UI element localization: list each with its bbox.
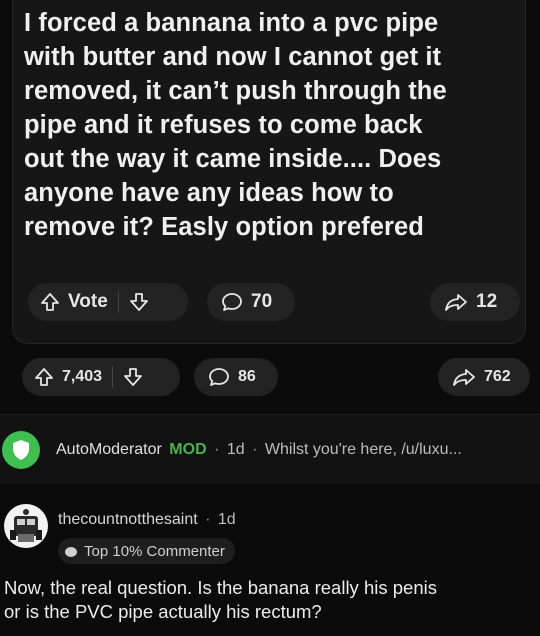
upvote-icon[interactable] (40, 292, 60, 312)
automod-preview: Whilst you're here, /u/luxu... (264, 441, 462, 458)
outer-downvote-icon[interactable] (123, 367, 143, 387)
comment-meta: thecountnotthesaint · 1d (58, 511, 236, 529)
share-button[interactable]: 12 (430, 283, 520, 321)
outer-share-icon (452, 367, 476, 387)
comment-icon (221, 292, 243, 312)
commenter-username[interactable]: thecountnotthesaint (58, 511, 198, 528)
outer-vote-pill: 7,403 (22, 358, 180, 396)
flair-badge: Top 10% Commenter (58, 538, 235, 564)
outer-share-button[interactable]: 762 (438, 358, 530, 396)
shield-icon (13, 440, 29, 460)
outer-comment-icon (208, 367, 230, 387)
vote-pill: Vote (28, 283, 188, 321)
flair-text: Top 10% Commenter (84, 542, 225, 560)
mod-badge: MOD (169, 441, 207, 458)
outer-vote-separator (112, 366, 114, 388)
post-body-text: I forced a bannana into a pvc pipe with … (24, 9, 447, 241)
share-icon (444, 292, 468, 312)
share-count: 12 (476, 291, 498, 312)
comments-button[interactable]: 70 (207, 283, 295, 321)
automod-avatar[interactable] (2, 431, 40, 469)
vote-label: Vote (68, 291, 108, 312)
comment-count: 70 (251, 291, 273, 312)
comment-body: Now, the real question. Is the banana re… (4, 577, 437, 622)
automod-username[interactable]: AutoModerator (56, 441, 162, 458)
outer-upvote-icon[interactable] (34, 367, 54, 387)
automod-line: AutoModerator MOD · 1d · Whilst you're h… (56, 441, 536, 459)
top-commenter-icon (65, 547, 77, 557)
downvote-icon[interactable] (129, 292, 149, 312)
outer-comment-count: 86 (238, 368, 256, 385)
meta-dot: · (252, 441, 258, 458)
comment: thecountnotthesaint · 1d Top 10% Comment… (0, 484, 540, 636)
outer-comments-button[interactable]: 86 (194, 358, 278, 396)
automod-age: 1d (226, 441, 245, 458)
comment-age: 1d (217, 511, 236, 528)
vote-separator (117, 291, 119, 313)
snoo-avatar-icon (10, 509, 42, 542)
automoderator-comment[interactable]: AutoModerator MOD · 1d · Whilst you're h… (0, 414, 540, 486)
meta-dot: · (205, 511, 211, 528)
commenter-avatar[interactable] (4, 504, 48, 548)
meta-dot: · (214, 441, 220, 458)
outer-vote-count: 7,403 (62, 368, 103, 385)
outer-share-count: 762 (484, 368, 511, 385)
